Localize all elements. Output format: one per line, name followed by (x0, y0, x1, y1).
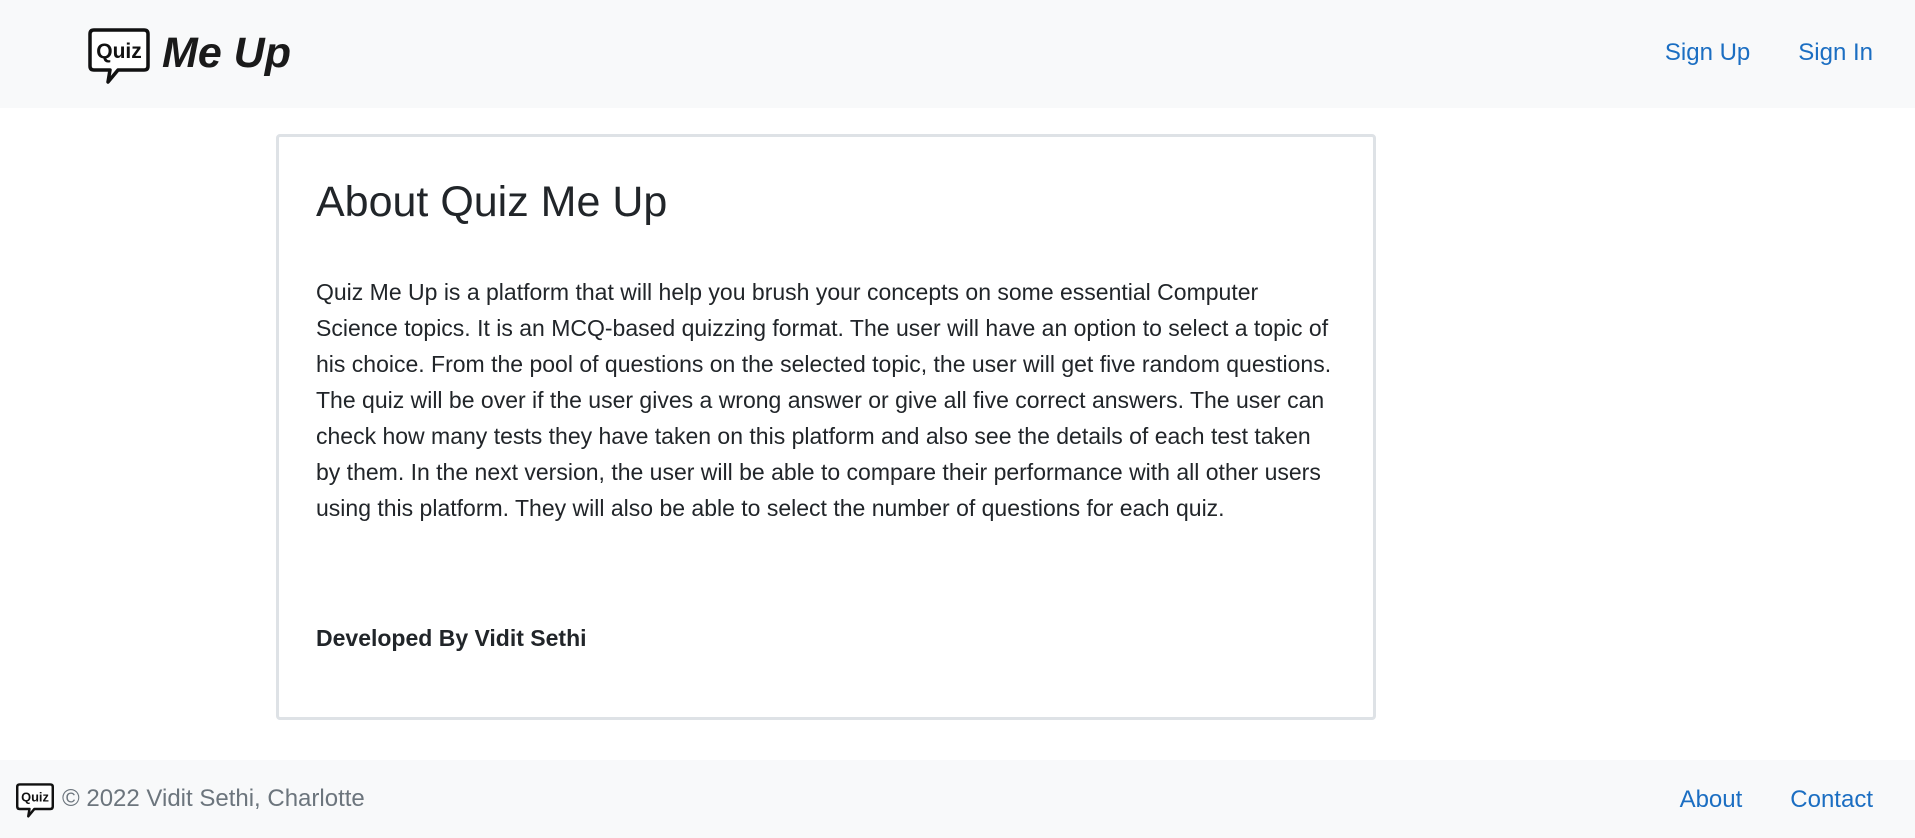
footer-nav: About Contact (1680, 785, 1873, 815)
brand-home-link[interactable]: Quiz Me Up (88, 26, 291, 88)
top-navbar: Quiz Me Up Sign Up Sign In (0, 0, 1915, 108)
about-link[interactable]: About (1680, 785, 1743, 815)
about-description: Quiz Me Up is a platform that will help … (316, 279, 1332, 521)
about-card: About Quiz Me Up Quiz Me Up is a platfor… (276, 134, 1376, 720)
sign-up-link[interactable]: Sign Up (1665, 38, 1750, 68)
page-footer: Quiz © 2022 Vidit Sethi, Charlotte About… (0, 760, 1915, 838)
quiz-speech-bubble-icon: Quiz (88, 28, 150, 84)
quiz-speech-bubble-icon: Quiz (16, 783, 54, 818)
copyright-text: © 2022 Vidit Sethi, Charlotte (62, 785, 365, 812)
about-title: About Quiz Me Up (316, 178, 668, 226)
developer-credit: Developed By Vidit Sethi (316, 625, 587, 651)
header-nav: Sign Up Sign In (1665, 38, 1873, 68)
contact-link[interactable]: Contact (1790, 785, 1873, 815)
sign-in-link[interactable]: Sign In (1798, 38, 1873, 68)
brand-text: Me Up (162, 28, 291, 77)
logo-badge-text: Quiz (96, 40, 142, 63)
footer-brand: Quiz © 2022 Vidit Sethi, Charlotte (16, 782, 365, 820)
footer-logo-badge-text: Quiz (21, 790, 49, 805)
